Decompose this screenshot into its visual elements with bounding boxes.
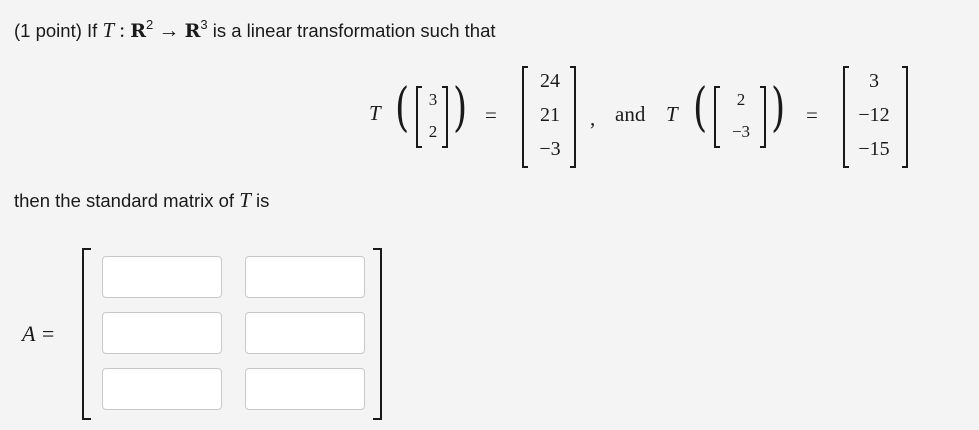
right-paren-1: ) [453, 78, 468, 138]
output2-cell-3: −15 [858, 138, 890, 160]
answer-cell-r1c1[interactable] [102, 256, 222, 298]
output1-cell-3: −3 [539, 138, 561, 160]
answer-cell-r3c2[interactable] [245, 368, 365, 410]
answer-bracket-right [373, 248, 382, 420]
input2-cell-2: −3 [731, 122, 751, 141]
points-label: (1 point) [14, 20, 82, 41]
equals-sign-2: = [806, 103, 818, 127]
prompt-is: is [256, 190, 270, 211]
transform-symbol-3: T [239, 188, 251, 212]
if-word: If [87, 20, 98, 41]
matrix-prompt: then the standard matrix of T is [14, 188, 269, 213]
comma-separator: , [590, 106, 596, 130]
left-paren-1: ( [395, 78, 410, 138]
output2-cell-1: 3 [869, 70, 879, 92]
input2-cell-1: 2 [736, 90, 746, 109]
output1-cell-2: 21 [540, 104, 560, 126]
input2-bracket-left [714, 86, 720, 148]
domain-power: 2 [146, 17, 154, 32]
transform-symbol-2: T [666, 102, 678, 126]
left-paren-2: ( [693, 78, 708, 138]
codomain-power: 3 [200, 17, 208, 32]
problem-statement: (1 point) If T : R2 → R3 is a linear tra… [14, 17, 496, 43]
transform-symbol-1: T [369, 101, 381, 125]
problem-page: (1 point) If T : R2 → R3 is a linear tra… [0, 0, 979, 430]
output1-bracket-right [570, 66, 576, 168]
matrix-label: A = [22, 321, 56, 346]
answer-cell-r3c1[interactable] [102, 368, 222, 410]
transform-symbol: T [102, 18, 115, 42]
arrow-symbol: → [158, 18, 180, 42]
input2-bracket-right [760, 86, 766, 148]
input1-bracket-right [442, 86, 448, 148]
output2-bracket-right [902, 66, 908, 168]
prompt-text: then the standard matrix of [14, 190, 235, 211]
output1-cell-1: 24 [540, 70, 560, 92]
answer-bracket-left [82, 248, 91, 420]
output2-cell-2: −12 [858, 104, 890, 126]
statement-rest: is a linear transformation such that [212, 20, 496, 41]
colon-symbol: : [119, 18, 126, 42]
domain-symbol: R [130, 20, 147, 42]
answer-cell-r1c2[interactable] [245, 256, 365, 298]
codomain-symbol: R [184, 20, 201, 42]
answer-cell-r2c1[interactable] [102, 312, 222, 354]
right-paren-2: ) [771, 78, 786, 138]
and-word: and [615, 102, 646, 126]
equals-sign-1: = [485, 103, 497, 127]
answer-cell-r2c2[interactable] [245, 312, 365, 354]
